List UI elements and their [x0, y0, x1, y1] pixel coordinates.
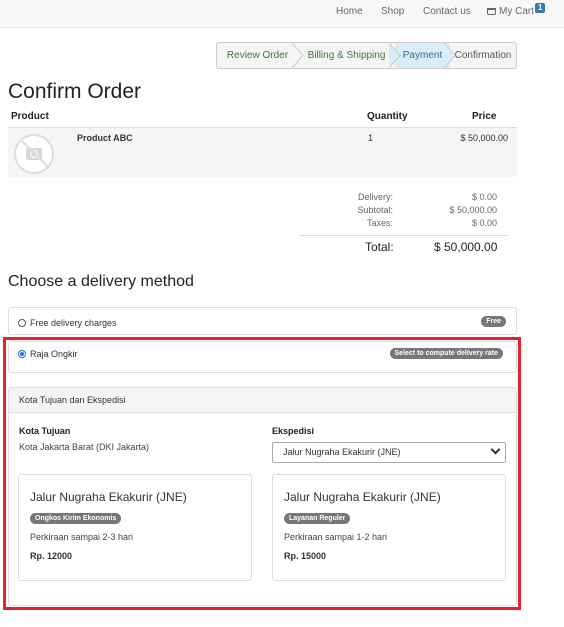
delivery-value: $ 0.00: [471, 192, 497, 202]
step-review-order[interactable]: Review Order: [217, 43, 304, 68]
taxes-value: $ 0.00: [471, 218, 497, 228]
delivery-label: Delivery:: [357, 192, 393, 202]
cart-count-badge: 1: [535, 3, 546, 13]
nav-cart-label: My Cart: [499, 6, 534, 17]
column-header-quantity: Quantity: [367, 111, 408, 122]
total-value: $ 50,000.00: [434, 240, 498, 254]
column-header-product: Product: [11, 111, 49, 122]
total-label: Total:: [365, 240, 394, 254]
table-row: Product ABC 1 $ 50,000.00: [8, 127, 517, 177]
nav-cart-link[interactable]: My Cart: [487, 6, 534, 17]
step-label: Confirmation: [454, 50, 512, 61]
delivery-option-free[interactable]: Free delivery charges Free: [8, 307, 517, 335]
step-label: Review Order: [226, 50, 289, 61]
product-image-placeholder-icon: [14, 134, 54, 174]
chevron-right-icon: [444, 43, 456, 68]
nav-shop-link[interactable]: Shop: [381, 6, 404, 17]
cart-icon: [487, 8, 496, 15]
product-quantity: 1: [368, 133, 374, 143]
summary-divider: [299, 235, 508, 236]
step-confirmation[interactable]: Confirmation: [450, 43, 516, 68]
free-badge: Free: [481, 316, 506, 327]
step-billing-shipping[interactable]: Billing & Shipping: [298, 43, 401, 68]
subtotal-value: $ 50,000.00: [449, 205, 497, 215]
highlight-box: [3, 337, 521, 610]
column-header-price: Price: [472, 111, 497, 122]
step-label: Payment: [402, 50, 443, 61]
nav-home-link[interactable]: Home: [336, 6, 363, 17]
radio-free-delivery[interactable]: [18, 319, 26, 327]
taxes-label: Taxes:: [366, 218, 393, 228]
product-price: $ 50,000.00: [460, 133, 508, 143]
top-navbar: Home Shop Contact us My Cart 1: [0, 0, 564, 28]
delivery-option-label: Free delivery charges: [30, 318, 117, 328]
checkout-steps: Review Order Billing & Shipping Payment …: [216, 42, 517, 69]
step-label: Billing & Shipping: [307, 50, 386, 61]
chevron-right-icon: [292, 43, 304, 68]
subtotal-label: Subtotal:: [357, 205, 393, 215]
delivery-method-title: Choose a delivery method: [8, 273, 194, 290]
nav-contact-link[interactable]: Contact us: [423, 6, 471, 17]
product-name: Product ABC: [77, 133, 133, 143]
chevron-right-icon: [389, 43, 401, 68]
step-payment[interactable]: Payment: [395, 43, 456, 68]
page-title: Confirm Order: [8, 80, 142, 103]
